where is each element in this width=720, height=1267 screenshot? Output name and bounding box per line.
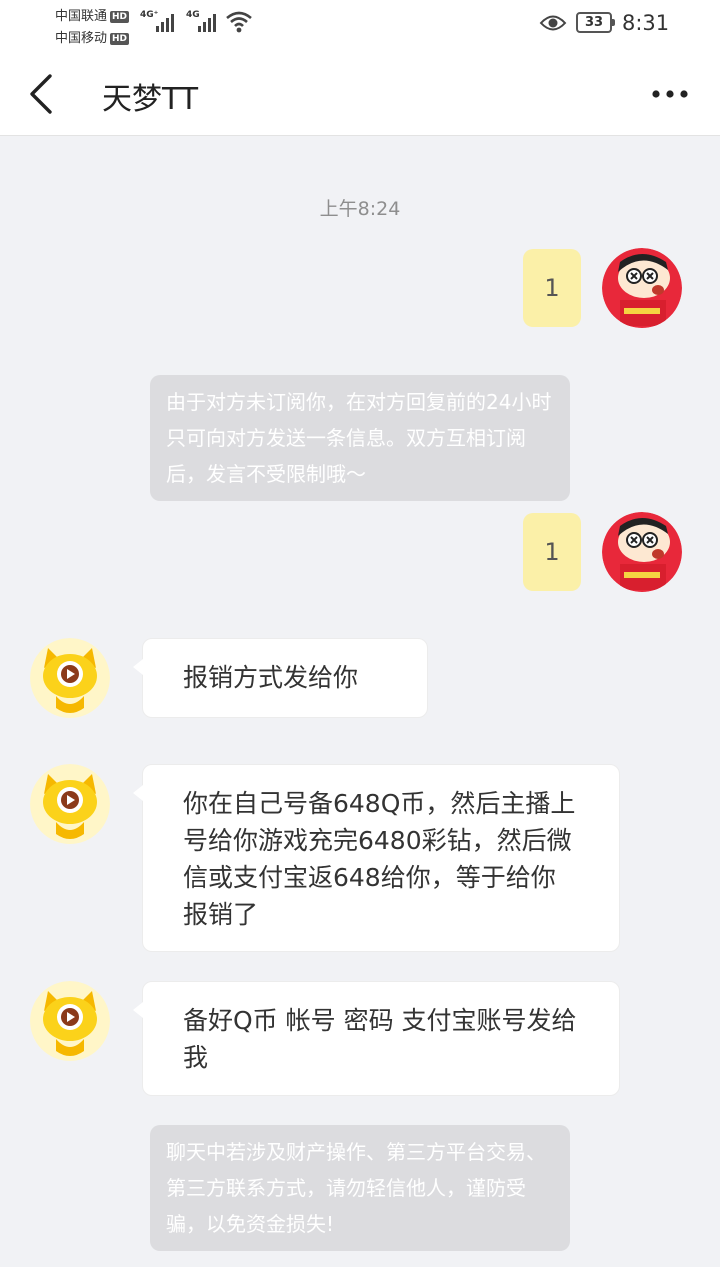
my-avatar[interactable] (602, 248, 682, 328)
outgoing-message[interactable]: 1 (523, 513, 581, 591)
contact-avatar[interactable] (30, 981, 110, 1061)
cat-mascot-icon (30, 764, 110, 844)
incoming-message[interactable]: 报销方式发给你 (133, 638, 428, 718)
incoming-message[interactable]: 备好Q币 帐号 密码 支付宝账号发给我 (133, 981, 620, 1096)
carrier-1: 中国联通 HD (55, 5, 130, 24)
cat-mascot-icon (30, 638, 110, 718)
eye-icon (539, 15, 567, 31)
carrier-2: 中国移动 HD (55, 27, 130, 46)
my-avatar[interactable] (602, 512, 682, 592)
more-dots-icon (652, 90, 688, 98)
system-notice: 由于对方未订阅你，在对方回复前的24小时只可向对方发送一条信息。双方互相订阅后，… (150, 375, 570, 501)
battery-level: 33 (584, 15, 604, 30)
carrier-1-name: 中国联通 (55, 9, 108, 24)
contact-avatar[interactable] (30, 638, 110, 718)
hd-badge-2: HD (110, 33, 130, 45)
outgoing-message[interactable]: 1 (523, 249, 581, 327)
contact-avatar[interactable] (30, 764, 110, 844)
hd-badge-1: HD (110, 11, 130, 23)
chat-title: 天梦TT (102, 82, 199, 117)
chat-header: 天梦TT (0, 52, 720, 136)
cat-mascot-icon (30, 981, 110, 1061)
user-avatar-icon (602, 512, 682, 592)
safety-notice: 聊天中若涉及财产操作、第三方平台交易、第三方联系方式，请勿轻信他人，谨防受骗，以… (150, 1125, 570, 1251)
battery-indicator: 33 (576, 12, 615, 33)
network-type-2: 4G (186, 10, 200, 20)
more-button[interactable] (646, 80, 694, 108)
chat-timestamp: 上午8:24 (319, 198, 401, 220)
wifi-icon (226, 11, 252, 33)
incoming-message[interactable]: 你在自己号备648Q币，然后主播上号给你游戏充完6480彩钻，然后微信或支付宝返… (133, 764, 620, 952)
back-button[interactable] (22, 70, 62, 118)
status-clock: 8:31 (622, 11, 670, 35)
chevron-left-icon (30, 74, 52, 114)
carrier-2-name: 中国移动 (55, 31, 108, 46)
network-type-1: 4G⁺ (140, 10, 159, 20)
status-bar: 中国联通 HD 中国移动 HD 4G⁺ 4G 33 8:31 (0, 0, 720, 52)
user-avatar-icon (602, 248, 682, 328)
